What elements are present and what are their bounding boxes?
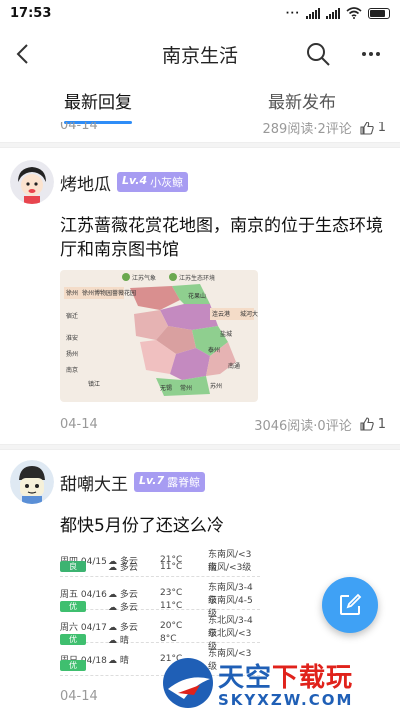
tab-bar: 最新回复 最新发布 xyxy=(0,86,400,124)
map-label: 扬州 xyxy=(66,350,78,358)
post-stats: 289阅读·2评论 xyxy=(262,122,352,137)
rank-text: 小灰鲸 xyxy=(150,176,184,189)
weather-date: 周六 04/17 xyxy=(60,622,107,633)
map-label: 江苏气象 xyxy=(132,274,156,282)
battery-icon xyxy=(368,7,390,19)
post-card[interactable]: 烤地瓜 Lv.4 小灰鲸 江苏蔷薇花赏花地图，南京的位于生态环境厅和南京图书馆 … xyxy=(0,156,400,444)
level-badge: Lv.7 露脊鲸 xyxy=(134,472,206,492)
map-label: 泰州 xyxy=(208,346,220,354)
map-label: 城河大道路 xyxy=(240,310,258,318)
page-title: 南京生活 xyxy=(161,44,238,67)
weather-temp-low: 11°C xyxy=(160,561,183,572)
weather-day: 周四 04/15☁ 多云21°C东南风/<3级良☁ 多云11°C南风/<3级 xyxy=(60,544,260,577)
post-title[interactable]: 江苏蔷薇花赏花地图，南京的位于生态环境厅和南京图书馆 xyxy=(0,208,400,268)
like-button[interactable]: 1 xyxy=(360,417,386,432)
user-name[interactable]: 甜嘲大王 xyxy=(60,470,128,495)
weather-condition: ☁ 晴 xyxy=(108,655,129,666)
avatar[interactable] xyxy=(10,160,54,204)
post-stats: 3046阅读·0评论 xyxy=(254,418,352,434)
map-label: 苏州 xyxy=(210,382,222,390)
divider xyxy=(0,142,400,148)
post-header: 甜嘲大王 Lv.7 露脊鲸 xyxy=(0,456,400,508)
back-arrow-icon[interactable] xyxy=(8,38,40,70)
user-name[interactable]: 烤地瓜 xyxy=(60,170,111,195)
notification-dots-icon: ··· xyxy=(285,7,300,19)
map-label: 淮安 xyxy=(66,334,78,342)
post-header: 烤地瓜 Lv.4 小灰鲸 xyxy=(0,156,400,208)
watermark-brand: 天空下载玩 xyxy=(218,663,354,693)
status-bar: 17:53 ··· xyxy=(0,0,400,26)
weather-temp-high: 23°C xyxy=(160,588,183,598)
like-count: 1 xyxy=(377,416,386,432)
map-label: 南京 xyxy=(66,366,78,374)
signal-icon xyxy=(306,7,320,19)
nav-bar: 南京生活 xyxy=(0,26,400,82)
post-title[interactable]: 都快5月份了还这么冷 xyxy=(0,508,400,544)
map-label: 江苏生态环境 xyxy=(179,274,215,282)
post-meta: 04-14 3046阅读·0评论 1 xyxy=(0,414,400,434)
post-image[interactable]: 江苏气象 江苏生态环境 徐州 徐州博物园蔷薇花园 连云港 城河大 花果山 宿迁 … xyxy=(60,270,258,402)
thumb-up-icon xyxy=(360,122,374,135)
map-label: 镇江 xyxy=(88,380,100,388)
map-label: 南通 xyxy=(228,362,240,370)
signal-icon-2 xyxy=(326,7,340,19)
status-time: 17:53 xyxy=(10,5,52,21)
level-text: Lv.7 xyxy=(139,474,165,487)
more-icon[interactable] xyxy=(356,39,386,69)
avatar-image-icon xyxy=(10,160,54,204)
weather-date: 周五 04/16 xyxy=(60,589,107,600)
rank-text: 露脊鲸 xyxy=(167,476,201,489)
level-badge: Lv.4 小灰鲸 xyxy=(117,172,189,192)
map-label: 连云港 xyxy=(212,310,230,318)
weather-condition: ☁ 晴 xyxy=(108,635,129,646)
compose-button[interactable] xyxy=(322,577,378,633)
weather-condition: ☁ 多云 xyxy=(108,589,138,600)
search-icon[interactable] xyxy=(303,39,333,69)
watermark-url: SKYXZW.COM xyxy=(218,691,354,709)
watermark: 天空下载玩 SKYXZW.COM xyxy=(160,655,400,711)
map-label: 无锡 xyxy=(160,384,172,392)
air-quality-badge: 优 xyxy=(60,633,86,645)
weather-condition: ☁ 多云 xyxy=(108,563,138,573)
map-label: 徐州 xyxy=(66,289,78,297)
air-quality-badge: 良 xyxy=(60,561,86,572)
avatar-image-icon xyxy=(10,460,54,504)
post-date: 04-14 xyxy=(60,416,98,432)
weather-condition: ☁ 多云 xyxy=(108,622,138,633)
edit-icon xyxy=(340,593,362,615)
weather-day: 周五 04/16 ☁ 多云 23°C 东南风/3-4级优 ☁ 多云 11°C 东南风/4-5… xyxy=(60,577,260,619)
map-image: 江苏气象 江苏生态环境 徐州 徐州博物园蔷薇花园 连云港 城河大 花果山 宿迁 … xyxy=(60,270,258,402)
post-date: 04-14 xyxy=(60,122,98,133)
level-text: Lv.4 xyxy=(122,174,148,187)
air-quality-badge: 优 xyxy=(60,660,86,671)
tab-latest-post[interactable]: 最新发布 xyxy=(268,86,336,122)
like-button[interactable]: 1 xyxy=(360,122,386,135)
divider xyxy=(0,444,400,450)
map-label: 花果山 xyxy=(188,292,206,300)
map-label: 徐州博物园蔷薇花园 xyxy=(82,289,136,297)
weather-wind: 南风/<3级 xyxy=(208,563,252,573)
tab-latest-reply[interactable]: 最新回复 xyxy=(64,86,132,124)
thumb-up-icon xyxy=(360,417,374,431)
map-label: 宿迁 xyxy=(66,312,78,320)
weather-temp-low: 11°C xyxy=(160,601,183,611)
weather-temp-low: 8°C xyxy=(160,634,177,644)
map-label: 盐城 xyxy=(220,330,232,338)
weather-temp-high: 20°C xyxy=(160,621,183,631)
weather-condition: ☁ 多云 xyxy=(108,602,138,613)
like-count: 1 xyxy=(377,122,386,135)
status-icons: ··· xyxy=(286,7,390,19)
avatar[interactable] xyxy=(10,460,54,504)
prev-post-meta: 04-14 289阅读·2评论 1 xyxy=(0,122,400,137)
air-quality-badge: 优 xyxy=(60,600,86,612)
watermark-logo-icon xyxy=(163,658,213,708)
map-label: 常州 xyxy=(180,384,192,392)
post-date: 04-14 xyxy=(60,688,98,704)
weather-day: 周六 04/17 ☁ 多云 20°C 东北风/3-4级优 ☁ 晴 8°C 东北风/<3级 xyxy=(60,610,260,652)
wifi-icon xyxy=(346,7,362,19)
